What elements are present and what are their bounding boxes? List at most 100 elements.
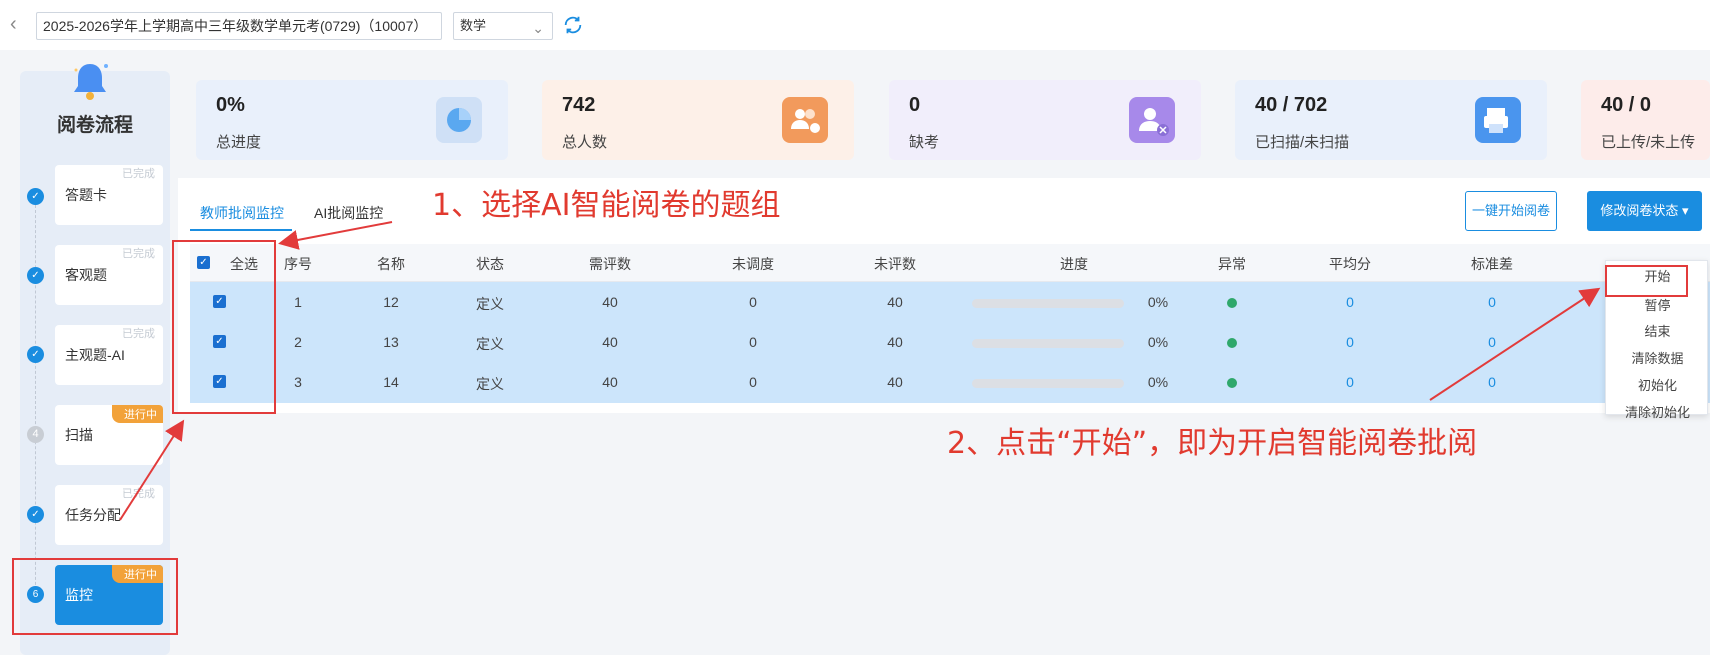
sidebar-title: 阅卷流程: [56, 115, 133, 136]
cell-average[interactable]: 0: [1346, 334, 1354, 350]
stat-value: 40 / 0: [1601, 94, 1652, 116]
cell-progress-pct: 0%: [1147, 334, 1169, 350]
col-header: 需评数: [589, 256, 631, 272]
annotation-box-start: [1605, 265, 1688, 297]
scanner-icon: [1475, 97, 1521, 143]
step-done-icon: ✓: [27, 506, 44, 523]
stat-value: 40 / 702: [1255, 94, 1328, 116]
refresh-icon[interactable]: [562, 14, 584, 36]
subject-select[interactable]: 数学 ⌄: [453, 12, 553, 40]
step-done-icon: ✓: [27, 267, 44, 284]
stat-card-uploaded: 40 / 0 已上传/未上传: [1581, 80, 1710, 160]
cell-average[interactable]: 0: [1346, 294, 1354, 310]
step-status-tag: 已完成: [122, 488, 155, 500]
stat-label: 已上传/未上传: [1601, 134, 1696, 151]
col-header: 名称: [377, 256, 405, 272]
step-scan[interactable]: 进行中 扫描: [55, 405, 163, 465]
step-label: 扫描: [65, 427, 93, 443]
stat-card-total: 742 总人数: [542, 80, 854, 160]
annotation-step1: 1、选择AI智能阅卷的题组: [432, 188, 781, 223]
cell-index: 1: [294, 294, 302, 310]
change-status-label: 修改阅卷状态: [1600, 203, 1679, 218]
cell-std[interactable]: 0: [1488, 374, 1496, 390]
exam-select[interactable]: 2025-2026学年上学期高中三年级数学单元考(0729)（10007）: [36, 12, 442, 40]
step-label: 任务分配: [65, 507, 121, 523]
step-status-tag: 已完成: [122, 328, 155, 340]
cell-undispatched: 0: [749, 294, 757, 310]
cell-need: 40: [602, 334, 618, 350]
step-subjective-ai[interactable]: 已完成 主观题-AI: [55, 325, 163, 385]
annotation-box-monitor: [12, 558, 178, 635]
cell-status: 定义: [476, 296, 504, 312]
table-header: ✓ 全选 序号 名称 状态 需评数 未调度 未评数 进度 异常 平均分 标准差: [190, 244, 1710, 282]
start-all-button[interactable]: 一键开始阅卷: [1465, 191, 1557, 231]
table-row[interactable]: ✓ 1 12 定义 40 0 40 0% 0 0: [190, 282, 1710, 322]
menu-item-clear-init[interactable]: 清除初始化: [1606, 399, 1709, 427]
cell-name: 12: [383, 294, 399, 310]
step-label: 主观题-AI: [65, 347, 125, 363]
cell-name: 13: [383, 334, 399, 350]
step-done-icon: ✓: [27, 188, 44, 205]
cell-unmarked: 40: [887, 374, 903, 390]
progress-bar: [972, 339, 1124, 348]
col-header: 序号: [284, 256, 312, 272]
stat-card-scanned: 40 / 702 已扫描/未扫描: [1235, 80, 1547, 160]
cell-unmarked: 40: [887, 294, 903, 310]
col-header: 状态: [476, 256, 504, 272]
stat-label: 缺考: [909, 134, 940, 151]
step-status-tag: 已完成: [122, 168, 155, 180]
menu-item-clear-data[interactable]: 清除数据: [1606, 345, 1709, 373]
cell-std[interactable]: 0: [1488, 294, 1496, 310]
menu-item-initialize[interactable]: 初始化: [1606, 372, 1709, 400]
step-status-tag: 进行中: [112, 405, 163, 423]
stat-card-progress: 0% 总进度: [196, 80, 508, 160]
chevron-down-icon: ⌄: [532, 20, 544, 36]
bell-icon: [74, 64, 108, 100]
user-absent-icon: [1129, 97, 1175, 143]
cell-index: 3: [294, 374, 302, 390]
progress-bar: [972, 299, 1124, 308]
stat-value: 0: [909, 94, 921, 116]
stat-label: 已扫描/未扫描: [1255, 134, 1350, 151]
annotation-step2: 2、点击“开始”，即为开启智能阅卷批阅: [947, 426, 1478, 461]
stat-value: 0%: [216, 94, 245, 116]
status-dot-icon: [1227, 298, 1237, 308]
cell-name: 14: [383, 374, 399, 390]
cell-undispatched: 0: [749, 374, 757, 390]
step-objective[interactable]: 已完成 客观题: [55, 245, 163, 305]
change-status-button[interactable]: 修改阅卷状态 ▾: [1587, 191, 1702, 231]
menu-item-end[interactable]: 结束: [1606, 318, 1709, 346]
cell-index: 2: [294, 334, 302, 350]
tab-underline: [190, 229, 292, 231]
annotation-box-checkboxes: [172, 240, 276, 414]
progress-bar: [972, 379, 1124, 388]
cell-need: 40: [602, 374, 618, 390]
col-header: 未评数: [874, 256, 916, 272]
stat-value: 742: [562, 94, 596, 116]
stat-label: 总人数: [562, 134, 608, 151]
cell-std[interactable]: 0: [1488, 334, 1496, 350]
cell-unmarked: 40: [887, 334, 903, 350]
col-header: 未调度: [732, 256, 774, 272]
col-header: 平均分: [1329, 256, 1371, 272]
step-label: 答题卡: [65, 187, 107, 203]
cell-progress-pct: 0%: [1147, 294, 1169, 310]
subject-select-value: 数学: [460, 18, 487, 33]
col-header: 进度: [1060, 256, 1088, 272]
step-task-assign[interactable]: 已完成 任务分配: [55, 485, 163, 545]
col-header: 标准差: [1471, 256, 1513, 272]
step-answer-card[interactable]: 已完成 答题卡: [55, 165, 163, 225]
table-row[interactable]: ✓ 3 14 定义 40 0 40 0% 0 0: [190, 362, 1710, 402]
timeline-line: [35, 200, 36, 600]
tab-teacher-monitor[interactable]: 教师批阅监控: [200, 203, 284, 223]
cell-undispatched: 0: [749, 334, 757, 350]
table-row[interactable]: ✓ 2 13 定义 40 0 40 0% 0 0: [190, 322, 1710, 362]
back-chevron-icon[interactable]: ‹: [10, 14, 26, 34]
pie-chart-icon: [436, 97, 482, 143]
cell-average[interactable]: 0: [1346, 374, 1354, 390]
cell-status: 定义: [476, 336, 504, 352]
step-done-icon: ✓: [27, 346, 44, 363]
table-body: ✓ 1 12 定义 40 0 40 0% 0 0 ✓ 2 13 定义 40 0 …: [190, 282, 1710, 403]
cell-progress-pct: 0%: [1147, 374, 1169, 390]
tab-ai-monitor[interactable]: AI批阅监控: [314, 203, 383, 223]
